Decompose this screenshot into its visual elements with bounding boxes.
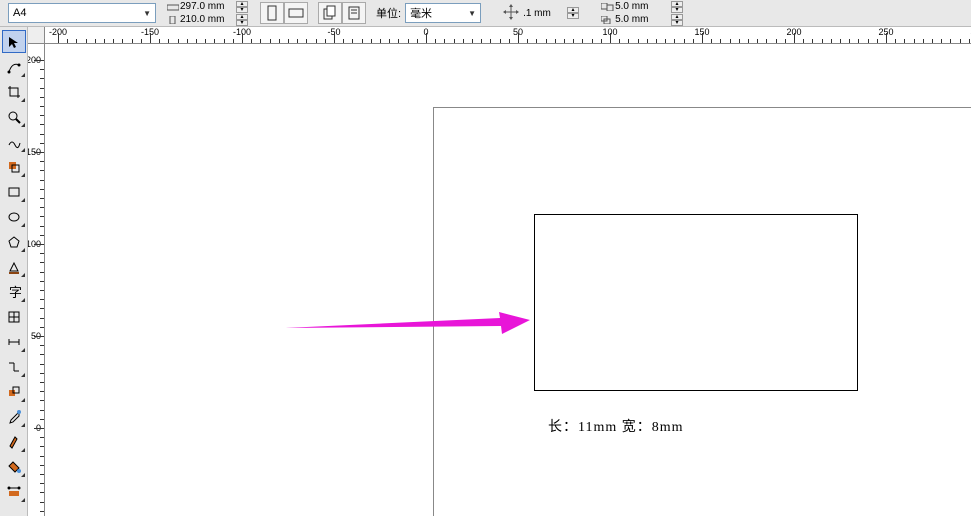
orientation-buttons [260,2,308,24]
width-spinner[interactable]: ▴▾ [236,1,248,13]
fill-tool[interactable] [2,455,26,478]
height-icon [166,14,180,25]
page-height-value[interactable]: 210.0 mm [180,14,236,25]
drawing-canvas[interactable]: 长：11mm 宽：8mm [45,44,971,516]
interactive-fill-tool[interactable] [2,480,26,503]
nudge-spinner[interactable]: ▴▾ [567,7,579,19]
dupx-spinner[interactable]: ▴▾ [671,1,683,13]
crop-tool[interactable] [2,80,26,103]
ellipse-tool[interactable] [2,205,26,228]
apply-all-pages-button[interactable] [318,2,342,24]
width-icon [166,1,180,12]
smart-fill-tool[interactable] [2,155,26,178]
dup-y-icon [601,14,615,25]
vertical-ruler[interactable]: 200150100500 [28,44,45,516]
nudge-value[interactable]: .1 mm [523,8,563,19]
dropdown-arrow-icon: ▼ [143,9,151,18]
text-tool[interactable]: 字 [2,280,26,303]
polygon-tool[interactable] [2,230,26,253]
paper-size-value: A4 [13,7,26,19]
outline-pen-tool[interactable] [2,430,26,453]
dup-x-icon [601,1,615,12]
freehand-tool[interactable] [2,130,26,153]
pick-tool[interactable] [2,30,26,53]
rectangle-object[interactable] [534,214,858,391]
dupy-spinner[interactable]: ▴▾ [671,14,683,26]
rectangle-tool[interactable] [2,180,26,203]
page-width-value[interactable]: 297.0 mm [180,1,236,12]
eyedropper-tool[interactable] [2,405,26,428]
dimension-tool[interactable] [2,330,26,353]
ruler-corner[interactable] [28,27,45,44]
units-label: 单位: [376,5,401,21]
paper-size-select[interactable]: A4 ▼ [8,3,156,23]
basic-shapes-tool[interactable] [2,255,26,278]
shape-tool[interactable] [2,55,26,78]
connector-tool[interactable] [2,355,26,378]
annotation-arrow [285,312,530,336]
page-apply-buttons [318,2,366,24]
dimension-text: 长：11mm 宽：8mm [548,416,684,436]
dup-y-value[interactable]: 5.0 mm [615,14,671,25]
dropdown-arrow-icon: ▼ [468,9,476,18]
property-bar: A4 ▼ 297.0 mm ▴▾ 210.0 mm ▴▾ 单位: 毫米 ▼ .1… [0,0,971,27]
landscape-button[interactable] [284,2,308,24]
units-select[interactable]: 毫米 ▼ [405,3,481,23]
height-spinner[interactable]: ▴▾ [236,14,248,26]
units-value: 毫米 [410,5,432,21]
duplicate-distance: 5.0 mm ▴▾ 5.0 mm ▴▾ [601,0,683,26]
page-dimensions: 297.0 mm ▴▾ 210.0 mm ▴▾ [166,0,248,26]
zoom-tool[interactable] [2,105,26,128]
horizontal-ruler[interactable]: -200-150-100-50050100150200250300 [28,27,971,44]
dup-x-value[interactable]: 5.0 mm [615,1,671,12]
svg-text:字: 字 [9,285,21,299]
nudge-icon [503,4,519,23]
apply-current-page-button[interactable] [342,2,366,24]
toolbox: 字 [0,27,28,516]
table-tool[interactable] [2,305,26,328]
portrait-button[interactable] [260,2,284,24]
interactive-effects-tool[interactable] [2,380,26,403]
